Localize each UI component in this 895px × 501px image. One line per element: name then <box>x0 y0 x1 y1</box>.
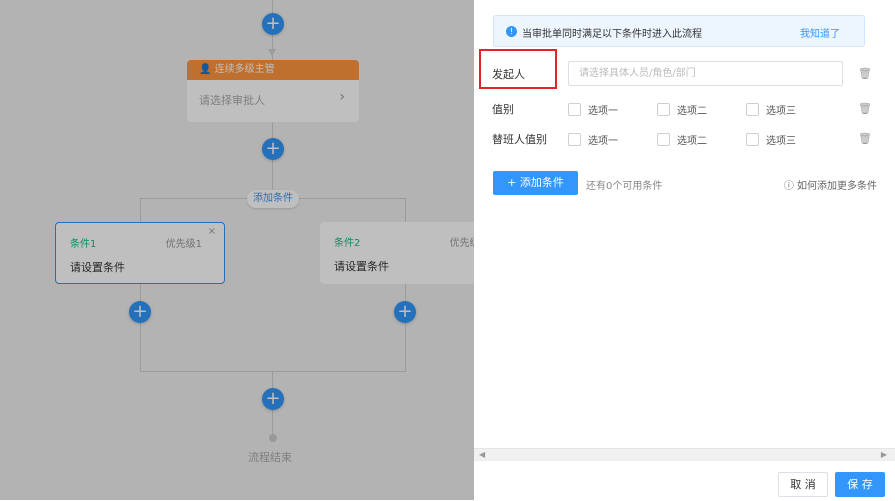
drawer-footer: 取 消 保 存 <box>474 460 895 501</box>
checkbox[interactable] <box>657 133 670 146</box>
available-conditions-text: 还有0个可用条件 <box>586 181 663 192</box>
add-node-button[interactable]: + <box>262 13 284 35</box>
checkbox[interactable] <box>746 103 759 116</box>
notice-text: 当审批单同时满足以下条件时进入此流程 <box>522 29 702 40</box>
delete-icon[interactable]: 🗑 <box>858 102 872 115</box>
notice-bar: ! 当审批单同时满足以下条件时进入此流程 我知道了 <box>493 15 865 47</box>
approver-node[interactable]: 👤 连续多级主管 请选择审批人 › <box>187 60 359 122</box>
approver-node-title: 连续多级主管 <box>214 64 275 75</box>
branch-bottom-line <box>140 371 406 372</box>
delete-icon[interactable]: 🗑 <box>858 132 872 145</box>
condition-priority: 优先级2 <box>449 238 474 249</box>
add-node-button[interactable]: + <box>262 138 284 160</box>
delete-icon[interactable]: 🗑 <box>858 67 872 80</box>
condition-title: 条件2 <box>334 238 361 249</box>
checkbox-label: 选项一 <box>588 136 618 147</box>
add-node-button[interactable]: + <box>129 301 151 323</box>
condition-node-2[interactable]: 条件2 优先级2 请设置条件 <box>320 222 474 284</box>
row-label: 替班人值别 <box>492 133 547 146</box>
checkbox-label: 选项三 <box>766 106 796 117</box>
checkbox[interactable] <box>746 133 759 146</box>
checkbox-label: 选项二 <box>677 136 707 147</box>
save-button[interactable]: 保 存 <box>835 472 885 497</box>
checkbox-label: 选项二 <box>677 106 707 117</box>
info-icon: ! <box>506 26 517 37</box>
approver-node-header: 👤 连续多级主管 <box>187 60 359 80</box>
checkbox[interactable] <box>568 133 581 146</box>
condition-content: 请设置条件 <box>70 261 125 274</box>
condition-content: 请设置条件 <box>334 260 389 273</box>
add-condition-button[interactable]: + 添加条件 <box>493 171 578 195</box>
chevron-right-icon: › <box>339 89 345 105</box>
initiator-label: 发起人 <box>492 68 525 81</box>
end-dot <box>269 434 277 442</box>
condition-drawer: ! 当审批单同时满足以下条件时进入此流程 我知道了 发起人 请选择具体人员/角色… <box>474 0 895 500</box>
row-label: 值别 <box>492 103 514 116</box>
checkbox-option[interactable]: 选项二 <box>657 132 707 147</box>
plus-icon: + <box>507 176 517 189</box>
checkbox-option[interactable]: 选项二 <box>657 102 707 117</box>
scroll-left-icon[interactable]: ◀ <box>479 450 485 459</box>
approver-placeholder: 请选择审批人 <box>199 94 265 107</box>
checkbox-label: 选项三 <box>766 136 796 147</box>
close-icon[interactable]: × <box>208 226 216 237</box>
checkbox-label: 选项一 <box>588 106 618 117</box>
user-icon: 👤 <box>199 64 212 75</box>
help-link-label: 如何添加更多条件 <box>797 181 877 192</box>
approver-node-body: 请选择审批人 › <box>187 80 359 120</box>
help-link[interactable]: ⓘ 如何添加更多条件 <box>784 177 877 192</box>
checkbox-option[interactable]: 选项一 <box>568 132 618 147</box>
checkbox-option[interactable]: 选项三 <box>746 132 796 147</box>
add-node-button[interactable]: + <box>262 388 284 410</box>
condition-priority: 优先级1 <box>165 239 202 250</box>
initiator-picker[interactable]: 请选择具体人员/角色/部门 <box>568 61 843 86</box>
connector-arrow <box>268 49 276 56</box>
process-canvas: + 👤 连续多级主管 请选择审批人 › + 添加条件 条件1 优先级1 × 请设… <box>0 0 474 500</box>
add-node-button[interactable]: + <box>394 301 416 323</box>
cancel-button[interactable]: 取 消 <box>778 472 828 497</box>
checkbox[interactable] <box>568 103 581 116</box>
question-icon: ⓘ <box>783 181 794 192</box>
checkbox-option[interactable]: 选项一 <box>568 102 618 117</box>
checkbox[interactable] <box>657 103 670 116</box>
end-label: 流程结束 <box>248 451 292 464</box>
add-condition-branch-button[interactable]: 添加条件 <box>247 190 299 208</box>
add-condition-label: 添加条件 <box>519 176 564 189</box>
condition-title: 条件1 <box>70 239 97 250</box>
condition-node-1[interactable]: 条件1 优先级1 × 请设置条件 <box>55 222 225 284</box>
notice-dismiss-link[interactable]: 我知道了 <box>800 25 840 40</box>
scroll-right-icon[interactable]: ▶ <box>881 450 887 459</box>
checkbox-option[interactable]: 选项三 <box>746 102 796 117</box>
